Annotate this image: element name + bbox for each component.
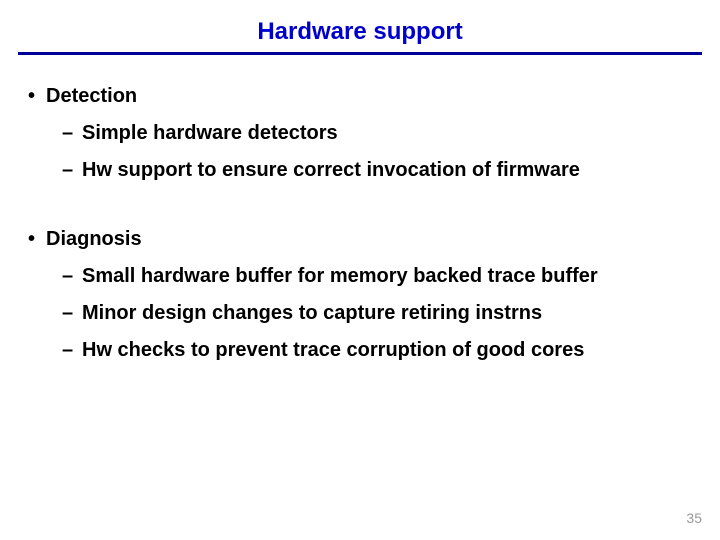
subbullet-text: Hw support to ensure correct invocation … (82, 159, 580, 181)
dash-icon: – (62, 159, 82, 182)
section-gap (20, 182, 700, 214)
slide-title: Hardware support (0, 0, 720, 52)
section-heading: Diagnosis (46, 228, 142, 250)
subbullet: –Hw support to ensure correct invocation… (62, 159, 700, 182)
slide-body: •Detection –Simple hardware detectors –H… (0, 55, 720, 362)
page-number: 35 (686, 510, 702, 526)
subbullet-text: Hw checks to prevent trace corruption of… (82, 339, 584, 361)
subbullet-text: Minor design changes to capture retiring… (82, 302, 542, 324)
dash-icon: – (62, 302, 82, 325)
subbullet: –Hw checks to prevent trace corruption o… (62, 339, 700, 362)
subbullet-text: Simple hardware detectors (82, 122, 338, 144)
subbullet-text: Small hardware buffer for memory backed … (82, 265, 598, 287)
subbullet: –Small hardware buffer for memory backed… (62, 265, 700, 288)
dash-icon: – (62, 339, 82, 362)
slide: Hardware support •Detection –Simple hard… (0, 0, 720, 540)
bullet-diagnosis: •Diagnosis (28, 228, 700, 251)
dash-icon: – (62, 265, 82, 288)
subbullet: –Simple hardware detectors (62, 122, 700, 145)
dash-icon: – (62, 122, 82, 145)
subbullet: –Minor design changes to capture retirin… (62, 302, 700, 325)
bullet-dot-icon: • (28, 85, 46, 108)
section-heading: Detection (46, 85, 137, 107)
bullet-detection: •Detection (28, 85, 700, 108)
bullet-dot-icon: • (28, 228, 46, 251)
